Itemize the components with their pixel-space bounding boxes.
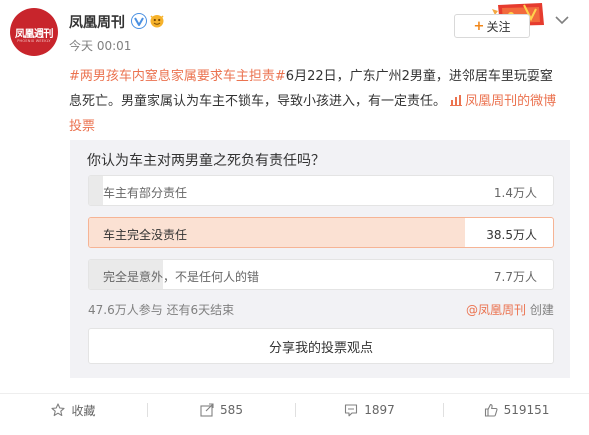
avatar-logo-text: 凤凰週刊: [15, 29, 54, 40]
action-bar-divider: [0, 393, 589, 394]
repost-count: 585: [220, 403, 243, 417]
vote-option-label: 车主完全没责任: [103, 228, 188, 242]
comment-count: 1897: [364, 403, 395, 417]
vote-participation-meta: 47.6万人参与 还有6天结束: [88, 303, 235, 317]
share-vote-label: 分享我的投票观点: [268, 340, 373, 356]
creator-name: 凤凰周刊: [478, 303, 527, 317]
vote-option-label: 车主有部分责任: [103, 186, 188, 200]
follow-button[interactable]: + 关注: [454, 14, 530, 38]
thumbs-up-icon: [484, 403, 498, 417]
plus-icon: +: [473, 18, 485, 34]
vote-option-count: 38.5万人: [486, 228, 537, 242]
comment-icon: [345, 404, 358, 417]
share-arrow-icon: [200, 403, 214, 417]
vote-option-no-responsibility[interactable]: 车主完全没责任 38.5万人: [88, 217, 554, 248]
favorite-button[interactable]: 收藏: [0, 396, 147, 424]
vip-badge-icon: [150, 15, 164, 28]
verified-icon: [131, 13, 147, 29]
comment-button[interactable]: 1897: [296, 396, 443, 424]
vote-option-label: 完全是意外，不是任何人的错: [103, 270, 260, 284]
post-text: #两男孩车内窒息家属要求车主担责#6月22日，广东广州2男童，进邻居车里玩耍窒息…: [69, 64, 564, 139]
vote-question: 你认为车主对两男童之死负有责任吗？: [87, 153, 325, 169]
vote-option-count: 7.7万人: [493, 270, 537, 284]
vote-creator-link[interactable]: @凤凰周刊: [466, 303, 526, 317]
account-name[interactable]: 凤凰周刊: [69, 12, 125, 32]
avatar-logo-subtext: PHOENIX WEEKLY: [17, 39, 51, 43]
favorite-label: 收藏: [71, 403, 96, 418]
vote-option-bar: [89, 176, 103, 205]
star-icon: [51, 403, 66, 417]
creator-suffix: 创建: [526, 303, 554, 317]
share-vote-button[interactable]: 分享我的投票观点: [88, 328, 554, 364]
vote-option-count: 1.4万人: [493, 186, 537, 200]
avatar[interactable]: 凤凰週刊 PHOENIX WEEKLY: [10, 8, 58, 56]
vote-option-partial-responsibility[interactable]: 车主有部分责任 1.4万人: [88, 175, 554, 206]
follow-label: 关注: [486, 19, 511, 34]
post-time[interactable]: 今天 00:01: [69, 37, 131, 54]
chart-icon: [450, 95, 463, 106]
vote-creator: @凤凰周刊 创建: [466, 301, 554, 318]
chevron-down-icon[interactable]: [552, 13, 572, 27]
like-button[interactable]: 519151: [444, 396, 589, 424]
like-count: 519151: [503, 403, 550, 417]
repost-button[interactable]: 585: [148, 396, 295, 424]
vote-option-accident[interactable]: 完全是意外，不是任何人的错 7.7万人: [88, 259, 554, 290]
topic-link[interactable]: #两男孩车内窒息家属要求车主担责#: [69, 69, 286, 84]
mention-prefix: @: [466, 303, 478, 317]
